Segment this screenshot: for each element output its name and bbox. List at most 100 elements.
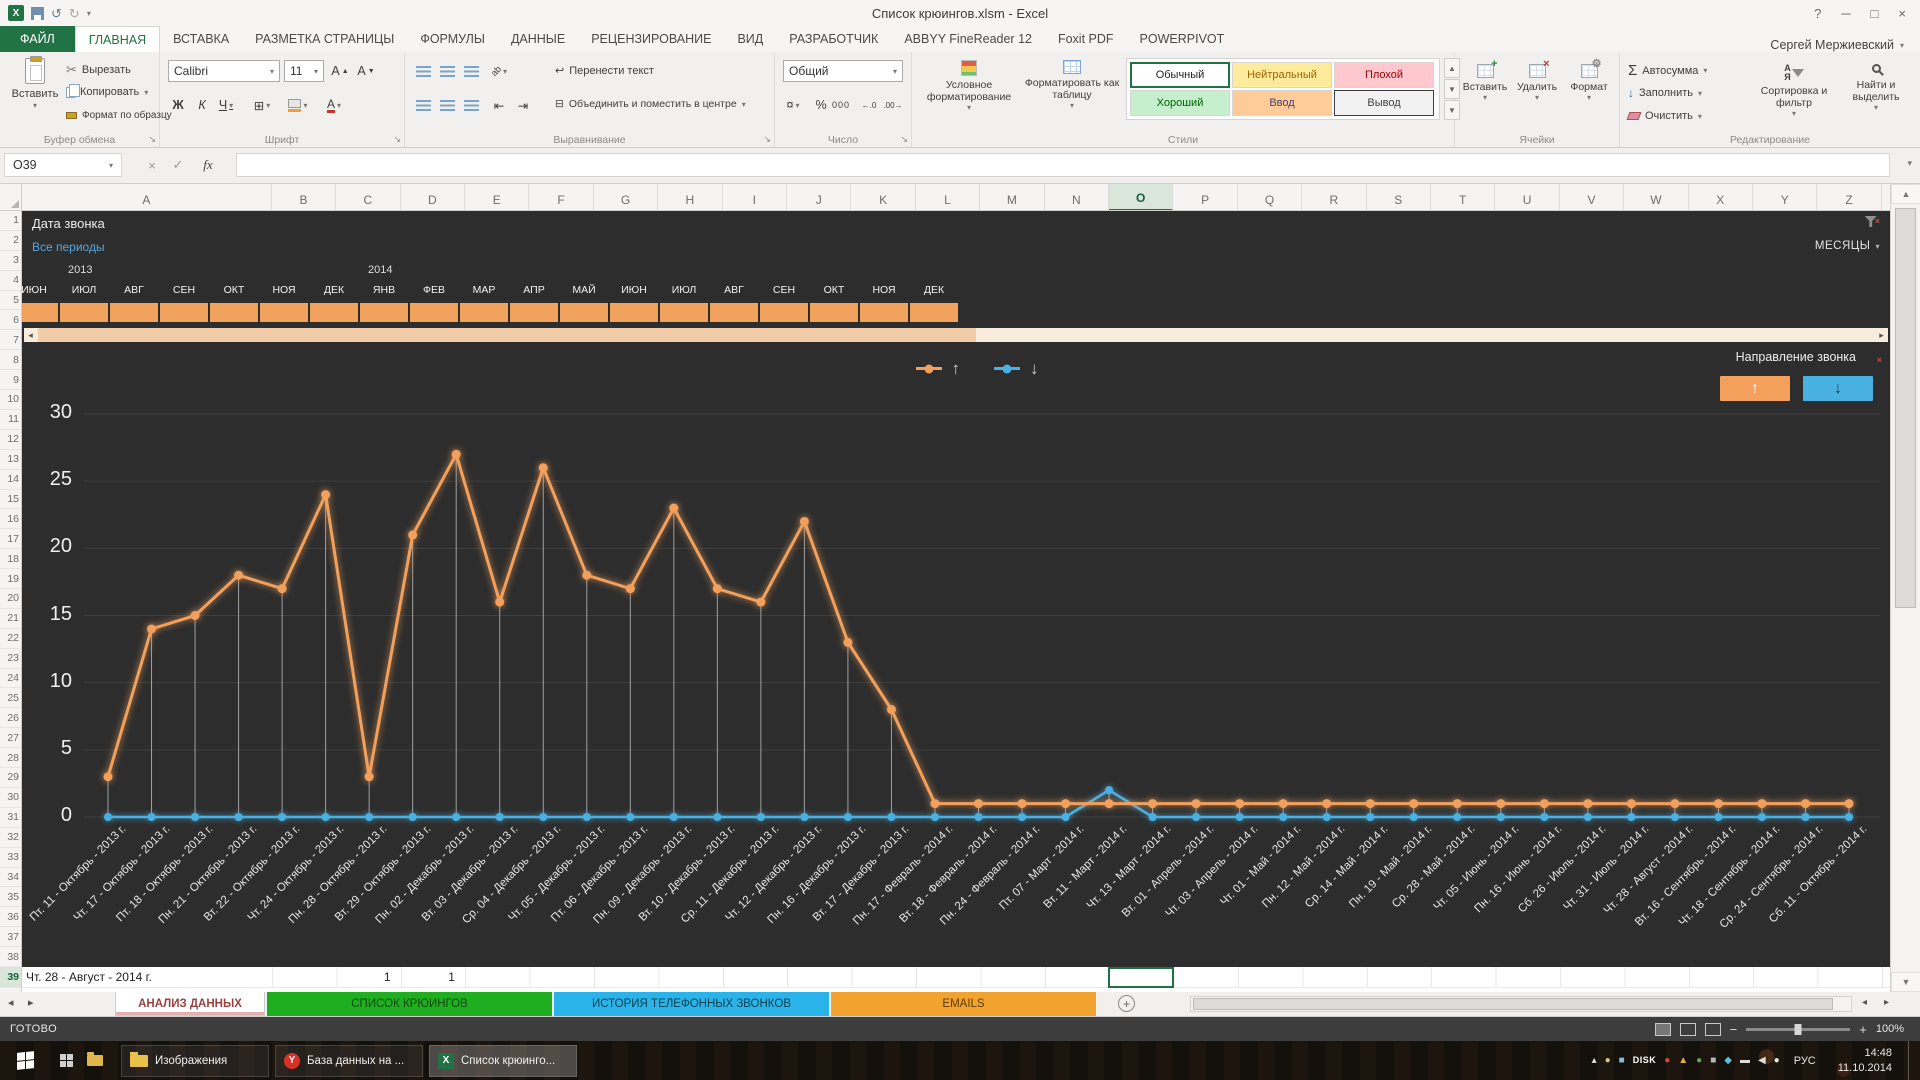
decrease-font-icon[interactable]: А▼ xyxy=(356,60,376,82)
timeline-cell-0[interactable] xyxy=(22,303,58,322)
row-header-9[interactable]: 9 xyxy=(0,370,22,390)
column-header-z[interactable]: Z xyxy=(1817,184,1881,211)
ribbon-tab-6[interactable]: ВИД xyxy=(724,26,776,52)
align-right-icon[interactable] xyxy=(461,94,481,116)
cell-style-вывод[interactable]: Вывод xyxy=(1334,90,1434,116)
format-cells-button[interactable]: ⚙ Формат▾ xyxy=(1564,64,1614,102)
row-header-34[interactable]: 34 xyxy=(0,868,22,888)
cell-style-обычный[interactable]: Обычный xyxy=(1130,62,1230,88)
row-header-3[interactable]: 3 xyxy=(0,251,22,271)
bold-button[interactable]: Ж xyxy=(168,94,188,116)
vertical-scrollbar[interactable]: ▲ ▼ xyxy=(1890,184,1920,992)
language-indicator[interactable]: РУС xyxy=(1788,1055,1822,1067)
autosum-button[interactable]: ΣАвтосумма▾ xyxy=(1628,62,1707,79)
timeline-clear-filter-icon[interactable]: × xyxy=(1865,216,1880,227)
tray-icon-6[interactable]: ■ xyxy=(1710,1056,1716,1066)
timeline-cell-6[interactable] xyxy=(310,303,358,322)
timeline-cell-17[interactable] xyxy=(860,303,908,322)
format-painter-button[interactable]: Формат по образцу xyxy=(66,110,172,121)
user-account[interactable]: Сергей Мержиевский ▾ xyxy=(1770,38,1920,52)
comma-style-button[interactable]: 000 xyxy=(831,94,851,116)
clear-button[interactable]: Очистить▾ xyxy=(1628,110,1702,122)
clock[interactable]: 14:48 11.10.2014 xyxy=(1830,1046,1900,1075)
column-header-n[interactable]: N xyxy=(1045,184,1109,211)
help-icon[interactable]: ? xyxy=(1814,6,1821,21)
sheet-nav-left-icon[interactable]: ◂ xyxy=(8,996,14,1009)
select-all-corner[interactable] xyxy=(0,184,22,211)
timeline-cell-11[interactable] xyxy=(560,303,608,322)
column-header-r[interactable]: R xyxy=(1302,184,1366,211)
ribbon-tab-10[interactable]: POWERPIVOT xyxy=(1127,26,1238,52)
sheet-tab-4[interactable]: EMAILS xyxy=(831,992,1096,1016)
conditional-formatting-button[interactable]: Условное форматирование▾ xyxy=(920,60,1018,112)
cell-style-нейтральный[interactable]: Нейтральный xyxy=(1232,62,1332,88)
page-break-view-icon[interactable] xyxy=(1705,1023,1721,1036)
timeline-cell-9[interactable] xyxy=(460,303,508,322)
zoom-out-icon[interactable]: − xyxy=(1730,1022,1738,1037)
expand-formula-bar-icon[interactable]: ▾ xyxy=(1907,158,1912,169)
sheet-tab-3[interactable]: ИСТОРИЯ ТЕЛЕФОННЫХ ЗВОНКОВ xyxy=(554,992,829,1016)
zoom-slider[interactable] xyxy=(1746,1028,1850,1031)
formula-input[interactable] xyxy=(236,153,1890,177)
column-header-l[interactable]: L xyxy=(916,184,980,211)
column-header-o[interactable]: O xyxy=(1109,184,1173,211)
row-header-13[interactable]: 13 xyxy=(0,450,22,470)
timeline-cell-4[interactable] xyxy=(210,303,258,322)
column-header-u[interactable]: U xyxy=(1495,184,1559,211)
timeline-cell-14[interactable] xyxy=(710,303,758,322)
row-header-19[interactable]: 19 xyxy=(0,569,22,589)
timeline-scrollbar-thumb[interactable] xyxy=(38,328,976,342)
column-header-b[interactable]: B xyxy=(272,184,336,211)
row-header-20[interactable]: 20 xyxy=(0,589,22,609)
close-icon[interactable]: × xyxy=(1898,6,1906,21)
row-header-15[interactable]: 15 xyxy=(0,490,22,510)
column-header-e[interactable]: E xyxy=(465,184,529,211)
cell-a39[interactable]: Чт. 28 - Август - 2014 г. xyxy=(26,970,152,984)
zoom-slider-thumb[interactable] xyxy=(1795,1024,1802,1035)
hidden-icons-arrow[interactable]: ▴ xyxy=(1592,1056,1597,1066)
row-header-14[interactable]: 14 xyxy=(0,470,22,490)
direction-slicer-down-button[interactable]: ↓ xyxy=(1803,376,1873,401)
delete-cells-button[interactable]: × Удалить▾ xyxy=(1512,64,1562,102)
column-header-m[interactable]: M xyxy=(980,184,1044,211)
row-header-26[interactable]: 26 xyxy=(0,708,22,728)
tray-icon-3[interactable]: ● xyxy=(1664,1056,1670,1066)
sheet-tab-2[interactable]: СПИСОК КРЮИНГОВ xyxy=(267,992,552,1016)
row-header-29[interactable]: 29 xyxy=(0,768,22,788)
row-header-7[interactable]: 7 xyxy=(0,330,22,350)
percent-style-button[interactable]: % xyxy=(811,94,831,116)
row-header-5[interactable]: 5 xyxy=(0,291,22,311)
yandex-disk-label[interactable]: DISK xyxy=(1633,1056,1657,1065)
direction-slicer-up-button[interactable]: ↑ xyxy=(1720,376,1790,401)
timeline-cell-8[interactable] xyxy=(410,303,458,322)
increase-decimal-icon[interactable]: ←.0 xyxy=(859,94,879,116)
row-header-27[interactable]: 27 xyxy=(0,728,22,748)
new-sheet-button[interactable]: + xyxy=(1118,995,1135,1012)
column-header-f[interactable]: F xyxy=(529,184,593,211)
insert-cells-button[interactable]: + Вставить▾ xyxy=(1460,64,1510,102)
number-format-combo[interactable]: Общий▾ xyxy=(783,60,903,82)
find-select-button[interactable]: Найти и выделить▾ xyxy=(1838,64,1914,112)
tray-icon-2[interactable]: ■ xyxy=(1619,1056,1625,1066)
row-header-38[interactable]: 38 xyxy=(0,947,22,967)
row-header-12[interactable]: 12 xyxy=(0,430,22,450)
decrease-indent-icon[interactable]: ⇤ xyxy=(489,94,509,116)
row-header-31[interactable]: 31 xyxy=(0,808,22,828)
row-header-37[interactable]: 37 xyxy=(0,927,22,947)
timeline-cell-13[interactable] xyxy=(660,303,708,322)
timeline-cell-1[interactable] xyxy=(60,303,108,322)
cancel-formula-icon[interactable]: × xyxy=(140,153,164,177)
column-header-y[interactable]: Y xyxy=(1753,184,1817,211)
align-center-icon[interactable] xyxy=(437,94,457,116)
scroll-down-icon[interactable]: ▼ xyxy=(1891,972,1920,992)
timeline-cell-18[interactable] xyxy=(910,303,958,322)
hscroll-left-icon[interactable]: ◂ xyxy=(1862,997,1867,1008)
italic-button[interactable]: К xyxy=(192,94,212,116)
show-desktop-button[interactable] xyxy=(1908,1041,1916,1080)
column-header-i[interactable]: I xyxy=(723,184,787,211)
timeline-cell-2[interactable] xyxy=(110,303,158,322)
row-header-4[interactable]: 4 xyxy=(0,271,22,291)
timeline-cell-12[interactable] xyxy=(610,303,658,322)
font-color-icon[interactable]: А▾ xyxy=(324,94,344,116)
row-header-24[interactable]: 24 xyxy=(0,669,22,689)
